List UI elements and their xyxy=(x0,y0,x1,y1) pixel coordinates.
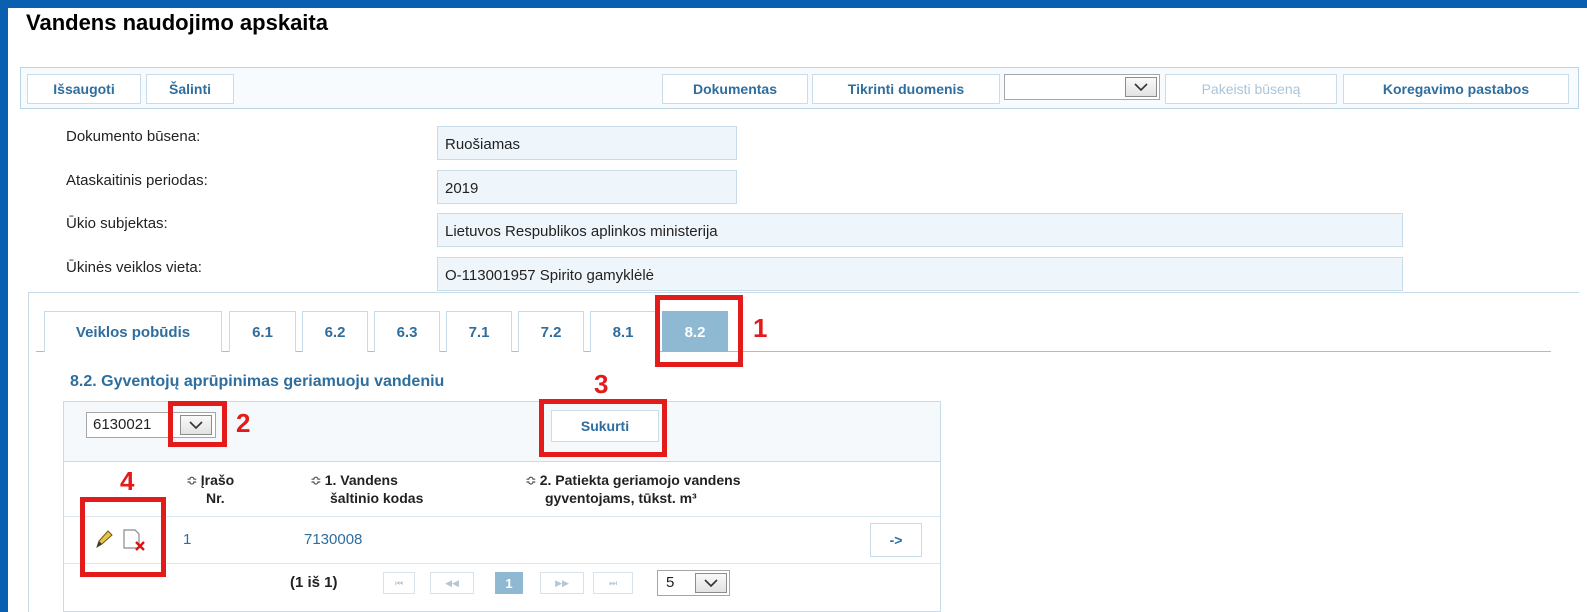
site-label: Ūkinės veiklos vieta: xyxy=(66,259,202,276)
last-page-button[interactable]: ⏭ xyxy=(593,572,633,594)
change-status-button[interactable]: Pakeisti būseną xyxy=(1165,74,1337,104)
highlight-box-2 xyxy=(168,401,227,447)
correction-notes-button[interactable]: Koregavimo pastabos xyxy=(1343,74,1569,104)
page-size-select[interactable]: 5 xyxy=(657,570,730,596)
highlight-box-3 xyxy=(539,399,667,457)
delete-button[interactable]: Šalinti xyxy=(146,74,234,104)
highlight-box-1 xyxy=(655,295,743,367)
document-button[interactable]: Dokumentas xyxy=(662,74,808,104)
chevron-down-icon[interactable] xyxy=(1125,77,1157,97)
header-line: Nr. xyxy=(206,490,225,506)
column-header-record-nr[interactable]: ≎ Įrašo Nr. xyxy=(186,471,234,507)
annotation-label-3: 3 xyxy=(594,369,609,399)
sort-icon: ≎ xyxy=(186,472,198,488)
tab-7-2[interactable]: 7.2 xyxy=(518,311,584,352)
prev-page-button[interactable]: ◀◀ xyxy=(430,572,474,594)
annotation-label-2: 2 xyxy=(236,408,251,438)
column-header-water-supplied[interactable]: ≎ 2. Patiekta geriamojo vandens gyventoja… xyxy=(525,471,740,507)
tab-veiklos-pobudis[interactable]: Veiklos pobūdis xyxy=(44,311,222,352)
header-line: šaltinio kodas xyxy=(330,490,424,506)
row-separator xyxy=(64,563,940,564)
annotation-label-4: 4 xyxy=(120,466,135,496)
section-title: 8.2. Gyventojų aprūpinimas geriamuoju va… xyxy=(70,373,445,390)
highlight-box-4 xyxy=(80,497,166,577)
tab-6-3[interactable]: 6.3 xyxy=(374,311,440,352)
entity-field: Lietuvos Respublikos aplinkos ministerij… xyxy=(437,213,1403,247)
tab-7-1[interactable]: 7.1 xyxy=(446,311,512,352)
status-label: Dokumento būsena: xyxy=(66,128,201,145)
page-1-button[interactable]: 1 xyxy=(495,572,523,594)
period-field: 2019 xyxy=(437,170,737,204)
source-code-value: 6130021 xyxy=(93,416,152,433)
annotation-label-1: 1 xyxy=(753,313,768,343)
tab-6-1[interactable]: 6.1 xyxy=(229,311,296,352)
record-nr-cell: 1 xyxy=(183,531,192,548)
status-field: Ruošiamas xyxy=(437,126,737,160)
entity-label: Ūkio subjektas: xyxy=(66,215,168,232)
check-data-button[interactable]: Tikrinti duomenis xyxy=(812,74,1000,104)
header-line: 1. Vandens xyxy=(324,472,398,488)
open-record-button[interactable]: -> xyxy=(870,523,922,557)
sort-icon: ≎ xyxy=(525,472,537,488)
column-header-source-code[interactable]: ≎ 1. Vandens šaltinio kodas xyxy=(310,471,423,507)
status-select[interactable] xyxy=(1004,74,1160,100)
tab-8-1[interactable]: 8.1 xyxy=(590,311,656,352)
save-button[interactable]: Išsaugoti xyxy=(27,74,141,104)
chevron-down-icon[interactable] xyxy=(695,573,727,593)
sort-icon: ≎ xyxy=(310,472,322,488)
header-line: gyventojams, tūkst. m³ xyxy=(545,490,697,506)
tab-6-2[interactable]: 6.2 xyxy=(302,311,368,352)
source-code-cell[interactable]: 7130008 xyxy=(304,531,362,548)
header-line: 2. Patiekta geriamojo vandens xyxy=(539,472,741,488)
period-label: Ataskaitinis periodas: xyxy=(66,172,208,189)
page-size-value: 5 xyxy=(666,574,675,591)
site-field: O-113001957 Spirito gamyklėlė xyxy=(437,257,1403,291)
page-title: Vandens naudojimo apskaita xyxy=(26,10,328,35)
header-line: Įrašo xyxy=(200,472,235,488)
next-page-button[interactable]: ▶▶ xyxy=(540,572,584,594)
toolbar: Išsaugoti Šalinti Dokumentas Tikrinti du… xyxy=(20,67,1579,109)
header-separator xyxy=(64,516,940,517)
pagination-info: (1 iš 1) xyxy=(290,574,338,591)
first-page-button[interactable]: ⏮ xyxy=(383,572,415,594)
